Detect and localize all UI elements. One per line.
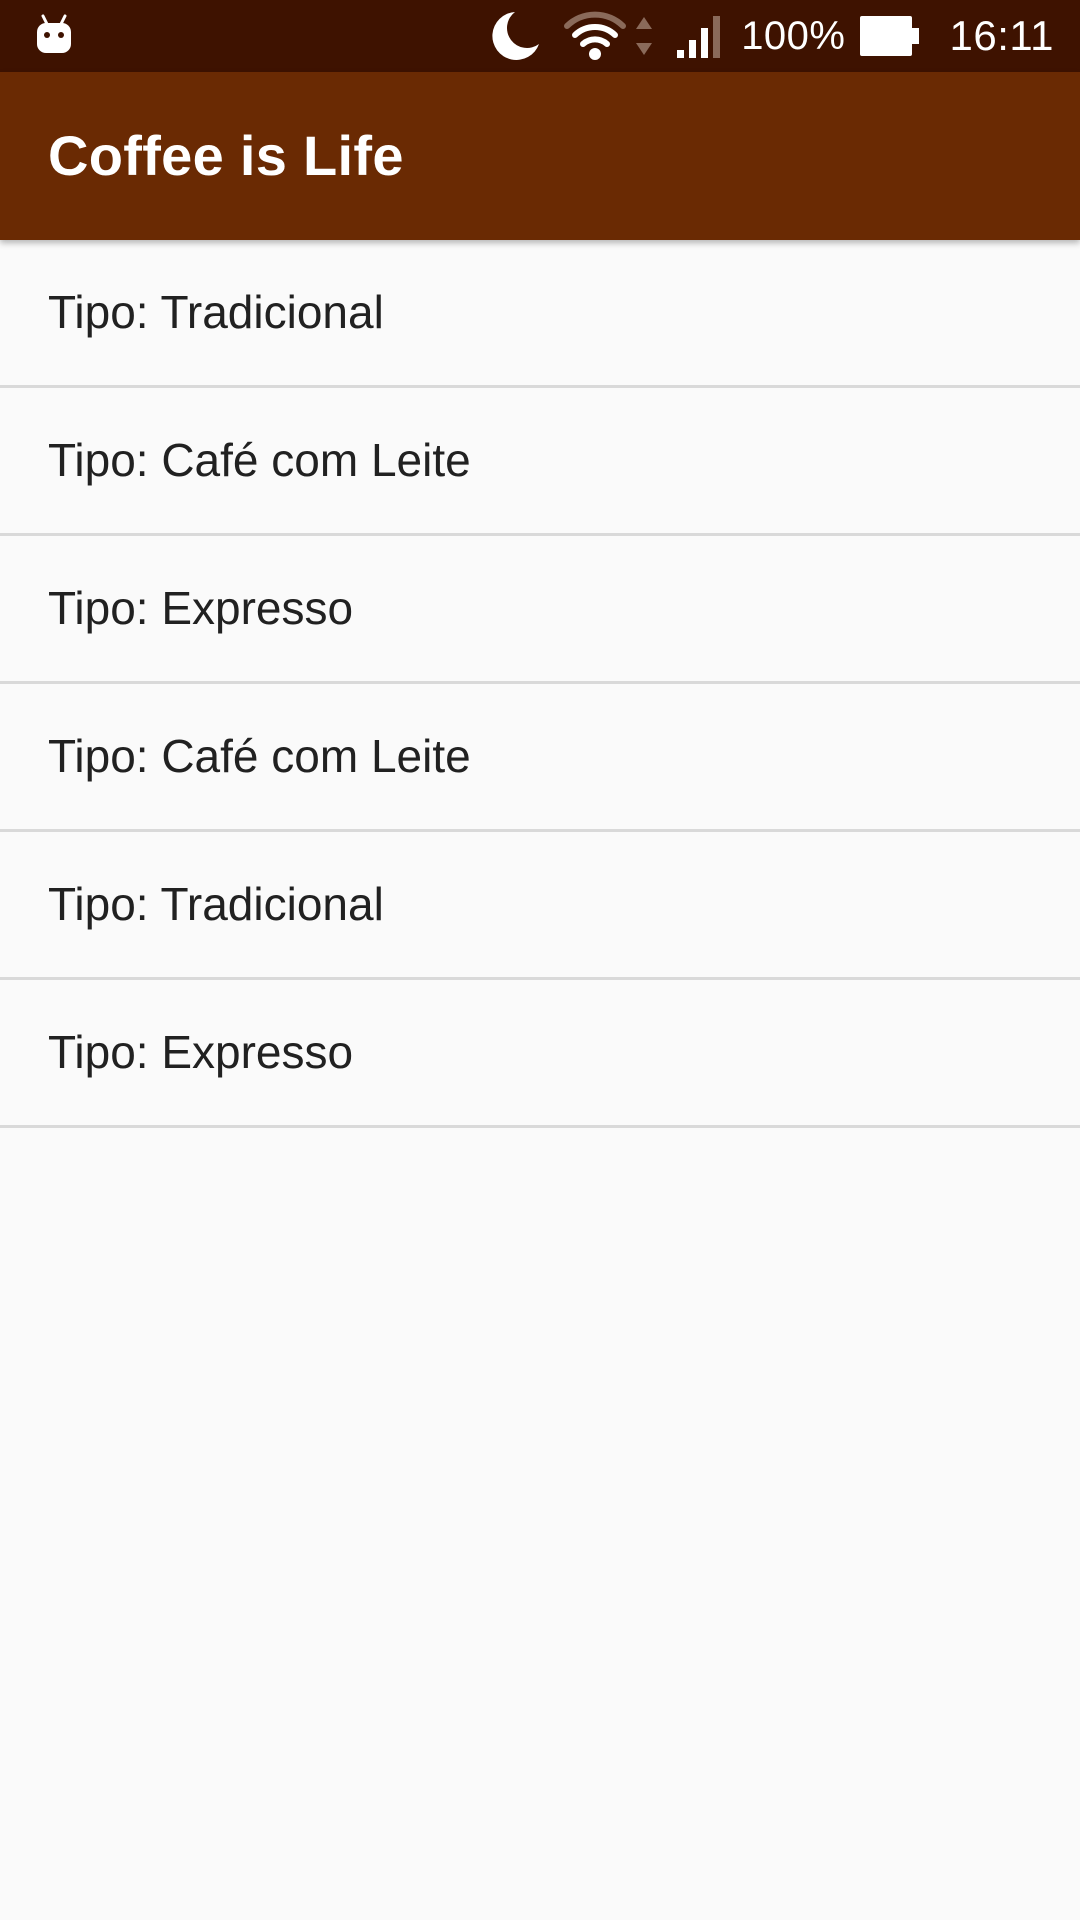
list-item-label: Tipo: Tradicional <box>48 286 384 338</box>
list-item-label: Tipo: Expresso <box>48 1026 354 1078</box>
status-bar: 100% 16:11 <box>0 0 1080 72</box>
list-item[interactable]: Tipo: Tradicional <box>0 832 1080 980</box>
list-item-label: Tipo: Café com Leite <box>48 730 471 782</box>
data-arrows-icon <box>636 17 653 55</box>
list-item[interactable]: Tipo: Café com Leite <box>0 684 1080 832</box>
wifi-icon <box>564 11 627 60</box>
list-item-label: Tipo: Tradicional <box>48 878 384 930</box>
android-robot-icon <box>37 14 71 53</box>
list-item[interactable]: Tipo: Expresso <box>0 536 1080 684</box>
app-bar: Coffee is Life <box>0 72 1080 240</box>
moon-icon <box>492 12 540 60</box>
status-icons: 100% 16:11 <box>485 0 1054 72</box>
status-time: 16:11 <box>949 12 1054 59</box>
list-item-label: Tipo: Café com Leite <box>48 434 471 486</box>
page-title: Coffee is Life <box>48 124 404 187</box>
battery-percent: 100% <box>741 13 846 58</box>
cell-signal-icon <box>677 16 721 58</box>
list-item-label: Tipo: Expresso <box>48 582 354 634</box>
list-item[interactable]: Tipo: Expresso <box>0 980 1080 1128</box>
coffee-list: Tipo: Tradicional Tipo: Café com Leite T… <box>0 240 1080 1128</box>
battery-icon <box>859 16 919 56</box>
list-item[interactable]: Tipo: Tradicional <box>0 240 1080 388</box>
list-item[interactable]: Tipo: Café com Leite <box>0 388 1080 536</box>
